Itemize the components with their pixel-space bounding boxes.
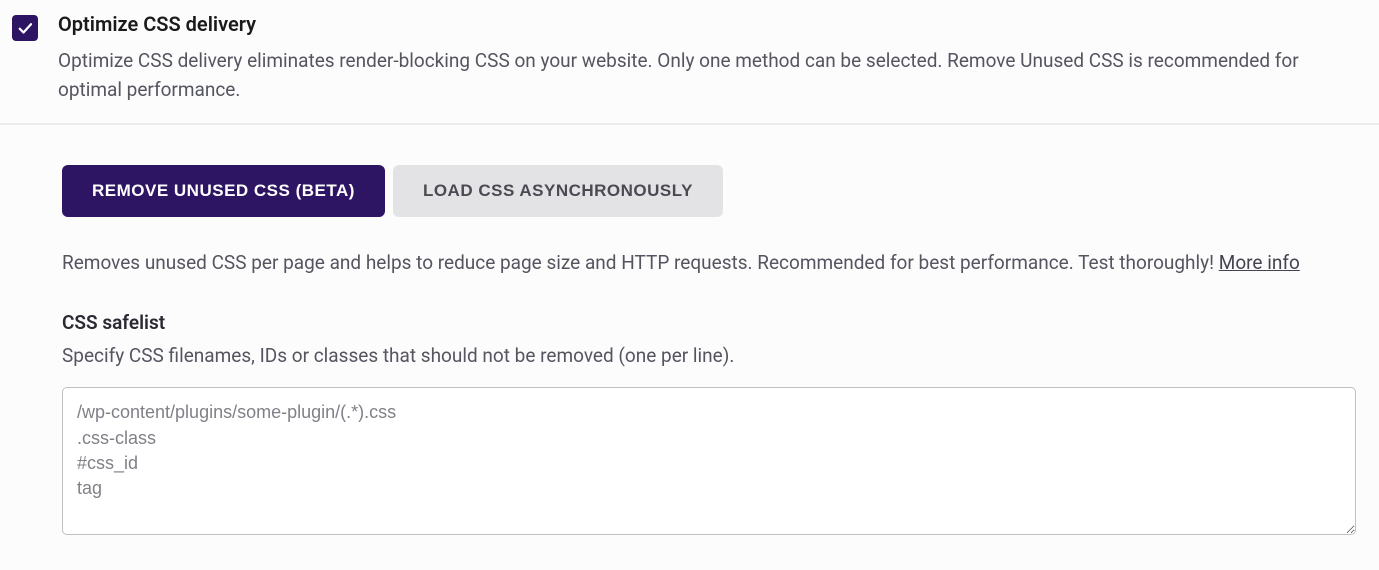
css-safelist-textarea[interactable] (62, 387, 1356, 535)
tab-description-text: Removes unused CSS per page and helps to… (62, 251, 1219, 274)
tab-description: Removes unused CSS per page and helps to… (62, 249, 1367, 278)
tab-load-css-async[interactable]: LOAD CSS ASYNCHRONOUSLY (393, 165, 723, 217)
css-safelist-title: CSS safelist (62, 311, 1367, 334)
optimize-css-checkbox[interactable] (12, 15, 38, 41)
check-icon (16, 19, 34, 37)
css-delivery-tabs: REMOVE UNUSED CSS (BETA) LOAD CSS ASYNCH… (62, 165, 1367, 217)
setting-description: Optimize CSS delivery eliminates render-… (58, 46, 1367, 105)
setting-text-block: Optimize CSS delivery Optimize CSS deliv… (58, 12, 1367, 105)
more-info-link[interactable]: More info (1219, 251, 1300, 274)
css-safelist-description: Specify CSS filenames, IDs or classes th… (62, 344, 1367, 367)
tab-remove-unused-css[interactable]: REMOVE UNUSED CSS (BETA) (62, 165, 385, 217)
setting-title: Optimize CSS delivery (58, 12, 1367, 36)
